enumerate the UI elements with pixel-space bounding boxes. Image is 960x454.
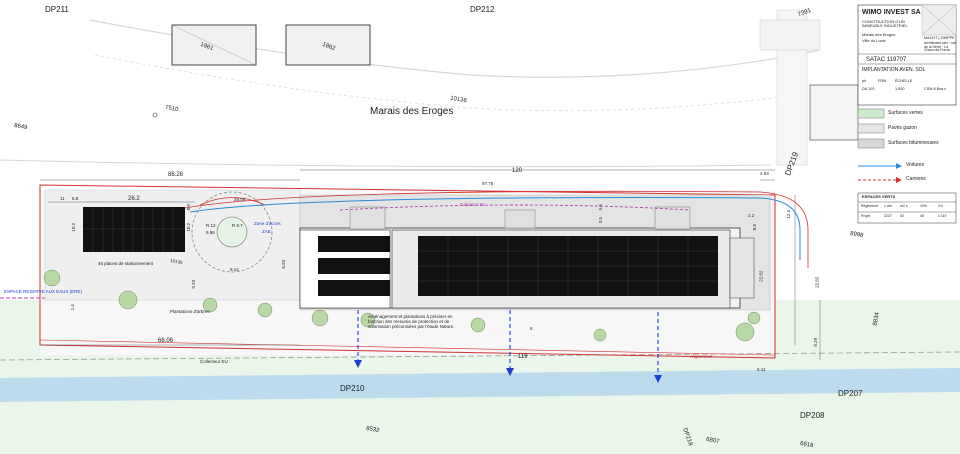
legend-bitum: Surfaces bitumineuses	[888, 140, 939, 146]
parcel-dp207: DP207	[838, 389, 863, 398]
legend-swatch-green	[857, 108, 885, 119]
main-building	[299, 227, 755, 309]
dim-6-11: 6.11	[757, 367, 766, 372]
loading-dock	[654, 206, 691, 230]
dim-8-8-b: 8.8	[185, 204, 191, 211]
table-cell-0: Projet	[861, 214, 871, 218]
parcel-dp208: DP208	[800, 411, 825, 420]
dim-5-5: 5.5	[597, 204, 603, 211]
plantations-label: Plantations d'arbres	[170, 309, 210, 314]
company-name: WIMO INVEST SA	[862, 9, 921, 16]
existing-building-right	[809, 84, 859, 141]
legend-camions: Camions	[906, 176, 926, 182]
dim-9-14: 9.14	[230, 267, 239, 272]
table-cell-2: 92	[900, 214, 904, 218]
roundabout-island	[216, 216, 248, 248]
dim-8: 8	[530, 326, 533, 331]
dim-12-4: 12.4	[786, 209, 792, 219]
site-plan	[0, 0, 960, 454]
dim-8-8-c: 8.8	[751, 224, 757, 231]
echelle-label: ÉCHELLE	[895, 79, 913, 83]
legend-swatch-pave	[857, 123, 885, 134]
dim-29-06: 29.06	[234, 197, 246, 202]
existing-building-1861	[171, 24, 257, 66]
phase-label: ph	[862, 79, 867, 83]
table-cell-4: ≤ 119	[938, 214, 947, 218]
parking-solar-roof	[83, 207, 185, 252]
dim-9-23: 9.23	[191, 279, 197, 289]
loading-dock	[349, 206, 386, 230]
dim-22-82-b: 22.82	[814, 276, 820, 288]
table-header-1: 1 dal	[884, 204, 892, 208]
table-cell-3: 46	[920, 214, 924, 218]
parcel-dp211: DP211	[45, 5, 69, 14]
loading-dock	[504, 209, 536, 229]
project-title: CONSTRUCTION D'UN IMMEUBLE INDUSTRIEL	[862, 19, 908, 28]
dim-86-26: 86.26	[168, 172, 184, 178]
dim-66-06: 66.06	[158, 338, 174, 344]
parcel-dp212: DP212	[470, 5, 495, 14]
legend-swatch-bitum	[857, 138, 885, 149]
satac-ref: SATAC 119707	[866, 57, 907, 63]
table-header-3: 10%	[920, 204, 928, 208]
format-label: FRM	[878, 79, 887, 83]
dim-8-8: 8.8	[72, 196, 79, 201]
parcel-dp210: DP210	[340, 384, 365, 393]
drawing-title: IMPLANTATION AVEN. SOL	[862, 67, 926, 73]
place-marais: Marais des Eroges	[370, 106, 454, 117]
location-2: Ville du Locle	[862, 38, 886, 43]
dim-26-2: 26.2	[128, 196, 140, 202]
date-value: CSM 8 Bva c	[924, 87, 947, 91]
zae-label: ZAE	[262, 229, 271, 234]
parking-label: 46 places de stationnement	[98, 261, 154, 266]
dim-2-2: 2.2	[748, 213, 755, 218]
access-road	[759, 19, 821, 51]
dim-6-96: 6.96	[206, 230, 215, 235]
dim-97-75: 97.75	[482, 181, 494, 186]
table-header-0: Règlement	[861, 204, 878, 208]
alignement-label: Alignement	[690, 354, 713, 359]
legend-pave: Pavés gazon	[888, 125, 917, 131]
legend-vertes: Surfaces vertes	[888, 110, 923, 116]
location-1: Marais des Eroges	[862, 32, 896, 37]
espace-eaux-label: ESPACE RESERVE AUX EAUX (ERE)	[4, 289, 82, 294]
collecteur-label: Collecteur EU	[200, 359, 228, 364]
drawing-number: DA 100	[862, 87, 875, 91]
dim-6-93: 6.93	[281, 259, 287, 269]
dim-120: 120	[512, 168, 523, 174]
radius-6-7: R 6.7	[232, 223, 243, 228]
dim-3-5: 3.5	[597, 217, 603, 224]
dim-11: 11	[60, 196, 65, 201]
dim-10-2-left: 10.2	[71, 222, 77, 232]
table-cell-1: 2237	[884, 214, 892, 218]
dim-8-29: 8.29	[813, 337, 819, 347]
dim-1-4: 1.4	[69, 304, 75, 311]
dim-4-53: 4.53	[760, 171, 769, 176]
zone-acces-label: Zone d'acces	[254, 221, 281, 226]
note-text: Aménagement et plantations à préciser en…	[368, 314, 455, 330]
table-title: ESPACES VERTS	[862, 194, 896, 199]
dim-119: 119	[518, 354, 528, 360]
dim-22-82-a: 22.82	[758, 270, 764, 282]
dim-10-2-right: 10.2	[186, 222, 192, 232]
radius-12: R 12	[206, 223, 216, 228]
legend-voitures: Voitures	[906, 162, 925, 168]
table-header-4: 1/4	[938, 204, 943, 208]
table-header-2: m2 s	[900, 204, 908, 208]
scale-value: 1:500	[895, 87, 905, 91]
gabarit-label: Gabarit 7.50	[460, 202, 485, 207]
architect-address: architectes sàrl · rue de la Serre · La …	[924, 41, 956, 52]
